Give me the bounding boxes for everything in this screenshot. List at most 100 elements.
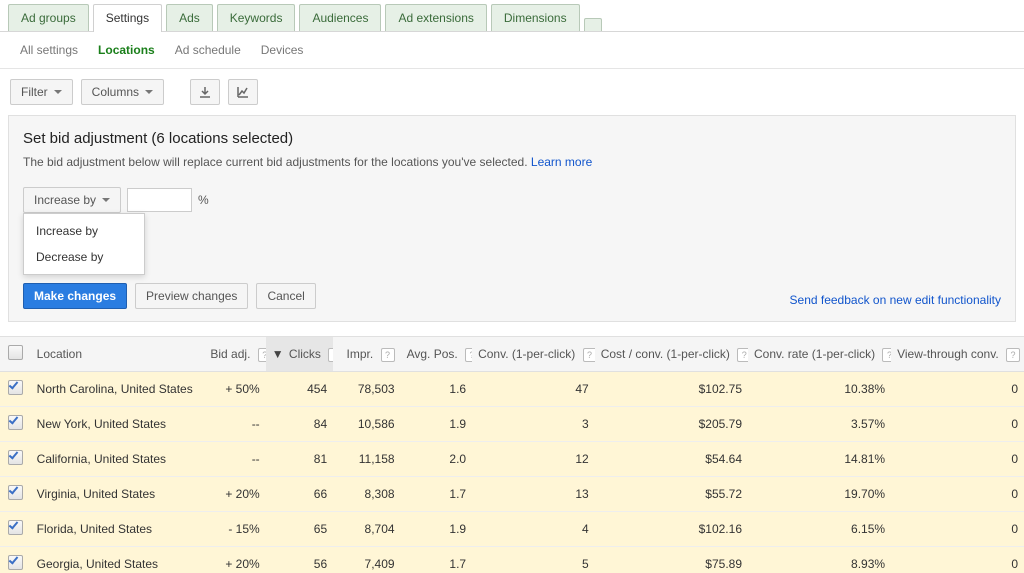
cell-clicks: 66	[266, 477, 333, 512]
help-icon[interactable]: ?	[381, 348, 395, 362]
cell-avg-pos: 1.6	[401, 372, 473, 407]
table-row: California, United States--8111,1582.012…	[0, 442, 1024, 477]
cell-conv-rate: 8.93%	[748, 547, 891, 573]
cell-conv-rate: 14.81%	[748, 442, 891, 477]
cell-impr: 8,308	[333, 477, 400, 512]
preview-changes-button[interactable]: Preview changes	[135, 283, 248, 309]
cell-cost-conv: $55.72	[595, 477, 748, 512]
header-vtc[interactable]: View-through conv. ?	[891, 337, 1024, 372]
subtab-all-settings[interactable]: All settings	[10, 35, 88, 65]
percent-symbol: %	[198, 193, 209, 207]
cell-cost-conv: $54.64	[595, 442, 748, 477]
cell-clicks: 65	[266, 512, 333, 547]
cell-clicks: 56	[266, 547, 333, 573]
cell-location[interactable]: California, United States	[31, 442, 205, 477]
row-checkbox[interactable]	[8, 450, 23, 465]
sort-desc-icon: ▼	[272, 347, 284, 361]
header-vtc-label: View-through conv.	[897, 347, 999, 361]
help-icon[interactable]: ?	[1006, 348, 1020, 362]
table-row: Virginia, United States+ 20%668,3081.713…	[0, 477, 1024, 512]
select-all-checkbox[interactable]	[8, 345, 23, 360]
table-row: New York, United States--8410,5861.93$20…	[0, 407, 1024, 442]
cell-location[interactable]: North Carolina, United States	[31, 372, 205, 407]
tab-ad-groups[interactable]: Ad groups	[8, 4, 89, 31]
tab-ads[interactable]: Ads	[166, 4, 213, 31]
table-header-row: Location Bid adj. ? ▼ Clicks ? Impr. ? A…	[0, 337, 1024, 372]
cell-vtc: 0	[891, 477, 1024, 512]
filter-button[interactable]: Filter	[10, 79, 73, 105]
subtab-devices[interactable]: Devices	[251, 35, 314, 65]
cell-bid-adj: --	[204, 442, 265, 477]
panel-title: Set bid adjustment (6 locations selected…	[23, 130, 1001, 147]
subtab-locations[interactable]: Locations	[88, 35, 165, 65]
subtab-ad-schedule[interactable]: Ad schedule	[165, 35, 251, 65]
header-conv[interactable]: Conv. (1-per-click) ?	[472, 337, 595, 372]
cell-vtc: 0	[891, 512, 1024, 547]
header-conv-label: Conv. (1-per-click)	[478, 347, 575, 361]
tab-ad-extensions[interactable]: Ad extensions	[385, 4, 486, 31]
row-checkbox[interactable]	[8, 415, 23, 430]
cell-clicks: 454	[266, 372, 333, 407]
tab-dimensions[interactable]: Dimensions	[491, 4, 580, 31]
header-location[interactable]: Location	[31, 337, 205, 372]
header-conv-rate[interactable]: Conv. rate (1-per-click) ?	[748, 337, 891, 372]
header-impr-label: Impr.	[347, 347, 374, 361]
cell-avg-pos: 2.0	[401, 442, 473, 477]
cell-location[interactable]: Georgia, United States	[31, 547, 205, 573]
cell-vtc: 0	[891, 372, 1024, 407]
send-feedback-link[interactable]: Send feedback on new edit functionality	[790, 293, 1001, 307]
row-checkbox[interactable]	[8, 485, 23, 500]
cell-conv-rate: 10.38%	[748, 372, 891, 407]
cell-vtc: 0	[891, 442, 1024, 477]
menu-decrease-by[interactable]: Decrease by	[24, 244, 144, 270]
header-bid-adj[interactable]: Bid adj. ?	[204, 337, 265, 372]
row-checkbox[interactable]	[8, 555, 23, 570]
tab-audiences[interactable]: Audiences	[299, 4, 381, 31]
header-conv-rate-label: Conv. rate (1-per-click)	[754, 347, 875, 361]
caret-down-icon	[145, 90, 153, 94]
download-button[interactable]	[190, 79, 220, 105]
cell-location[interactable]: Virginia, United States	[31, 477, 205, 512]
header-impr[interactable]: Impr. ?	[333, 337, 400, 372]
cell-vtc: 0	[891, 407, 1024, 442]
columns-button[interactable]: Columns	[81, 79, 164, 105]
menu-increase-by[interactable]: Increase by	[24, 218, 144, 244]
adjustment-row: Increase by % Increase by Decrease by	[23, 187, 1001, 213]
cell-conv: 3	[472, 407, 595, 442]
cell-impr: 7,409	[333, 547, 400, 573]
make-changes-button[interactable]: Make changes	[23, 283, 127, 309]
table-row: Georgia, United States+ 20%567,4091.75$7…	[0, 547, 1024, 573]
header-clicks[interactable]: ▼ Clicks ?	[266, 337, 333, 372]
download-icon	[199, 86, 211, 98]
table-row: North Carolina, United States+ 50%45478,…	[0, 372, 1024, 407]
learn-more-link[interactable]: Learn more	[531, 155, 592, 169]
chart-button[interactable]	[228, 79, 258, 105]
cell-conv-rate: 6.15%	[748, 512, 891, 547]
tab-settings[interactable]: Settings	[93, 4, 162, 32]
row-checkbox[interactable]	[8, 380, 23, 395]
tab-keywords[interactable]: Keywords	[217, 4, 296, 31]
header-avg-pos[interactable]: Avg. Pos. ?	[401, 337, 473, 372]
adjustment-direction-select[interactable]: Increase by	[23, 187, 121, 213]
cell-clicks: 81	[266, 442, 333, 477]
cell-conv-rate: 3.57%	[748, 407, 891, 442]
cell-location[interactable]: Florida, United States	[31, 512, 205, 547]
tab-more[interactable]	[584, 18, 602, 31]
cancel-button[interactable]: Cancel	[256, 283, 315, 309]
cell-conv-rate: 19.70%	[748, 477, 891, 512]
cell-conv: 5	[472, 547, 595, 573]
example-hint: to see an example.	[23, 241, 1001, 255]
cell-conv: 4	[472, 512, 595, 547]
adjustment-percent-input[interactable]	[127, 188, 192, 212]
cell-impr: 8,704	[333, 512, 400, 547]
cell-avg-pos: 1.9	[401, 512, 473, 547]
caret-down-icon	[54, 90, 62, 94]
header-cost-conv[interactable]: Cost / conv. (1-per-click) ?	[595, 337, 748, 372]
cell-bid-adj: - 15%	[204, 512, 265, 547]
row-checkbox[interactable]	[8, 520, 23, 535]
cell-location[interactable]: New York, United States	[31, 407, 205, 442]
header-clicks-label: Clicks	[289, 347, 321, 361]
cell-clicks: 84	[266, 407, 333, 442]
cell-bid-adj: + 20%	[204, 547, 265, 573]
cell-bid-adj: --	[204, 407, 265, 442]
